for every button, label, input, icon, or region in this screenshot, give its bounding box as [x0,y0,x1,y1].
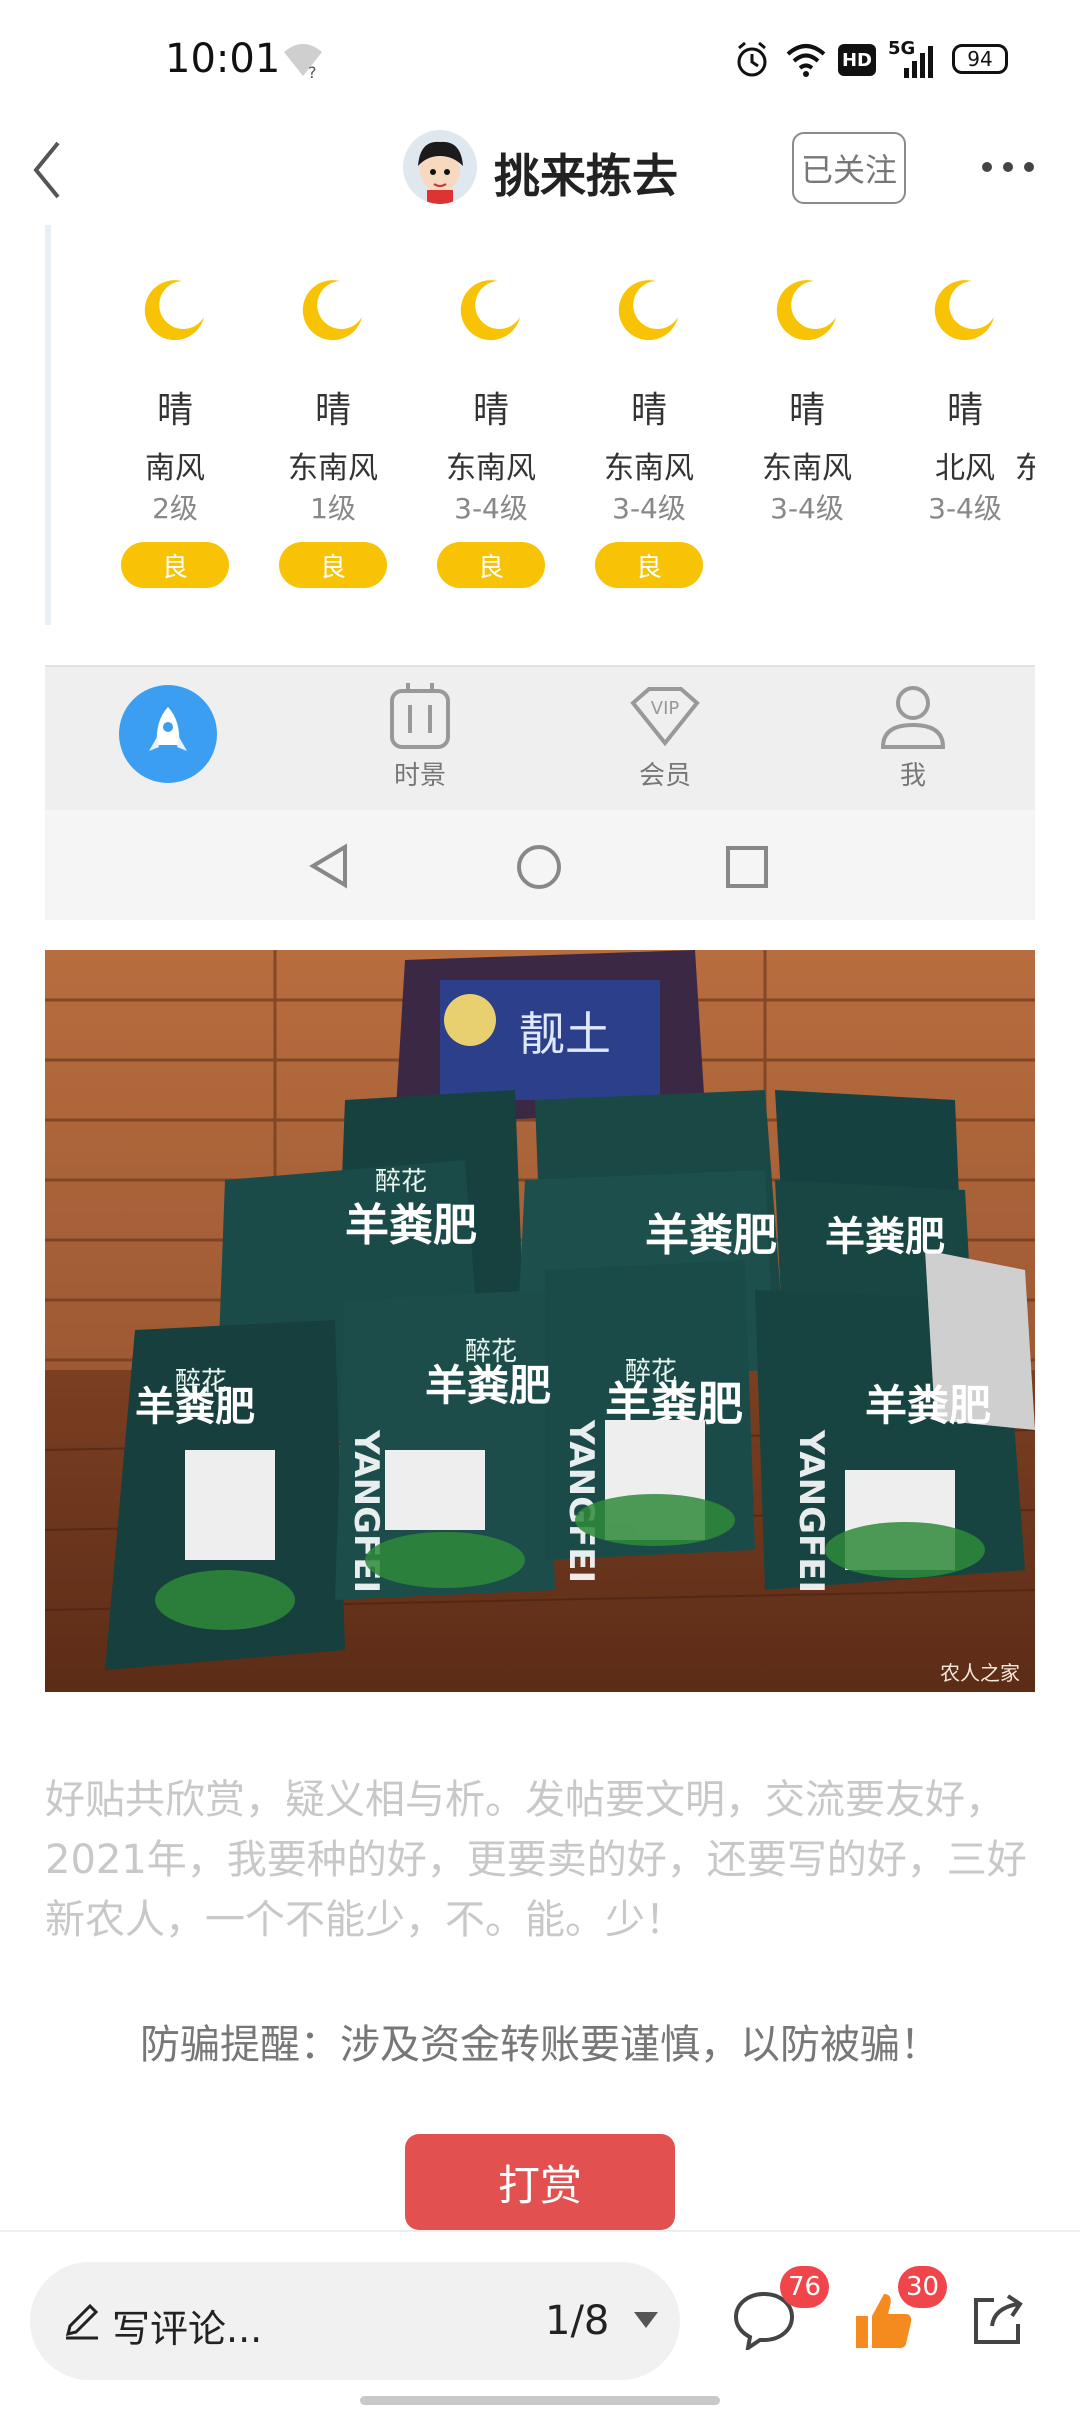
svg-text:YANGFEI: YANGFEI [561,1419,601,1583]
nav-recents-icon [726,846,768,888]
pencil-icon [65,2303,99,2340]
nav-label-time-scene: 时景 [393,761,446,791]
post-body-text: 好贴共欣赏，疑义相与析。发帖要文明，交流要友好，2021年，我要种的好，更要卖的… [45,1777,1027,1943]
author-avatar[interactable] [403,130,477,204]
svg-text:羊粪肥: 羊粪肥 [825,1214,945,1260]
nav-home-icon [517,845,561,889]
share-icon[interactable] [968,2290,1028,2350]
svg-text:醉花: 醉花 [175,1367,227,1397]
wind-level: 3-4级 [770,492,844,525]
wind-direction: 南风 [145,451,205,486]
divider [45,225,51,625]
top-bag-label: 靓土 [519,1007,611,1061]
wind-direction: 东南风 [762,451,852,486]
wind-level: 3-4级 [928,492,1002,525]
svg-text:?: ? [308,63,317,80]
wind-direction: 东南风 [604,451,694,486]
home-indicator[interactable] [360,2396,720,2405]
more-options-icon[interactable] [980,160,1036,174]
wind-direction-partial: 东 [1015,451,1035,486]
wifi-question-icon: ? [284,44,322,80]
svg-text:羊粪肥: 羊粪肥 [425,1361,551,1410]
nav-back-icon [309,843,347,889]
signal-5g-icon: 5G [888,38,936,80]
svg-text:羊粪肥: 羊粪肥 [645,1210,777,1261]
moon-icon [460,280,520,341]
svg-text:羊粪肥: 羊粪肥 [345,1200,477,1251]
time-scene-icon [380,681,460,751]
wind-level: 1级 [310,492,356,525]
page-dropdown-icon[interactable] [632,2310,660,2330]
svg-text:醉花: 醉花 [375,1167,427,1197]
wind-direction: 东南风 [446,451,536,486]
wind-level: 2级 [152,492,198,525]
moon-icon [934,280,994,341]
embedded-system-nav [45,810,1035,920]
moon-icon [618,280,678,341]
nav-label-vip: 会员 [638,761,691,791]
embedded-bottom-nav: 时景 VIP 会员 我 [45,665,1035,812]
photo-watermark: 农人之家 [940,1661,1020,1685]
wind-direction: 北风 [935,451,995,486]
vip-icon: VIP [625,681,705,751]
status-time: 10:01 [165,36,281,82]
like-count-badge: 30 [898,2266,948,2308]
aqi-badge: 良 [437,542,545,588]
weather-condition: 晴 [788,390,825,431]
aqi-badge: 良 [279,542,387,588]
svg-text:羊粪肥: 羊粪肥 [865,1381,991,1430]
wind-level: 3-4级 [454,492,528,525]
author-name[interactable]: 挑来拣去 [494,140,678,206]
post-photo[interactable]: 靓土 羊粪肥 羊粪肥 羊粪肥 羊粪肥 羊粪肥 羊粪肥 羊粪肥 醉花 醉花 醉花 … [45,950,1035,1692]
page-indicator[interactable]: 1/8 [545,2298,609,2344]
user-icon [873,681,953,751]
moon-icon [144,280,204,341]
comment-count-badge: 76 [780,2266,830,2308]
wind-direction: 东南风 [288,451,378,486]
rocket-icon [119,685,217,783]
reward-button[interactable]: 打赏 [405,2134,675,2230]
comment-placeholder[interactable]: 写评论... [112,2298,262,2353]
follow-button[interactable]: 已关注 [792,132,906,204]
weather-condition: 晴 [630,390,667,431]
nav-label-me: 我 [899,761,926,791]
weather-condition: 晴 [946,390,983,431]
svg-text:醉花: 醉花 [465,1337,517,1367]
status-bar: 10:01 ? HD 5G 94 [0,0,1080,120]
svg-text:VIP: VIP [651,698,680,719]
battery-icon: 94 [952,44,1008,74]
wifi-icon [786,44,826,77]
moon-icon [776,280,836,341]
weather-condition: 晴 [156,390,193,431]
moon-icon [302,280,362,341]
back-chevron-icon[interactable] [28,135,88,205]
hd-icon: HD [838,44,876,76]
weather-condition: 晴 [314,390,351,431]
weather-condition: 晴 [472,390,509,431]
alarm-icon [737,41,767,77]
wind-level: 3-4级 [612,492,686,525]
svg-text:YANGFEI: YANGFEI [791,1429,831,1593]
aqi-badge: 良 [595,542,703,588]
anti-fraud-warning: 防骗提醒：涉及资金转账要谨慎，以防被骗！ [140,2022,940,2068]
embedded-screenshot: 晴南风 2级良 晴东南风 1级良 晴东南风 3-4级良 晴东南风 3-4级良 晴东南风 3-4级 晴… [45,225,1035,925]
aqi-badge: 良 [121,542,229,588]
svg-text:醉花: 醉花 [625,1357,677,1387]
